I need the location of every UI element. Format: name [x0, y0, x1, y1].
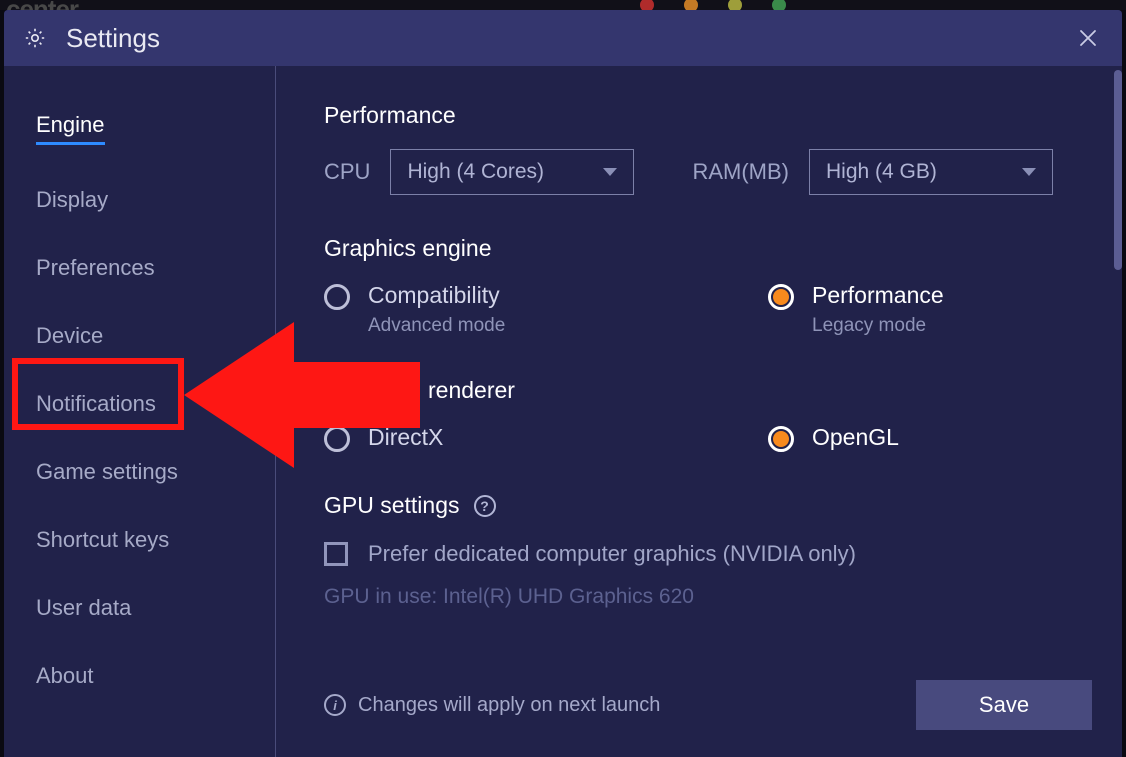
radio-performance-mode[interactable]: Performance Legacy mode: [768, 282, 1122, 337]
save-button[interactable]: Save: [916, 680, 1092, 730]
radio-icon: [768, 284, 794, 310]
radio-icon: [324, 426, 350, 452]
performance-row: CPU High (4 Cores) RAM(MB) High (4 GB): [324, 149, 1074, 195]
renderer-radio-row: DirectX OpenGL: [324, 424, 1074, 452]
gear-icon: [22, 25, 48, 51]
sidebar-item-device[interactable]: Device: [36, 323, 103, 349]
sidebar: Engine Display Preferences Device Notifi…: [4, 66, 276, 757]
graphics-radio-row: Compatibility Advanced mode Performance …: [324, 282, 1074, 337]
cpu-dropdown[interactable]: High (4 Cores): [390, 149, 634, 195]
help-icon[interactable]: ?: [474, 495, 496, 517]
radio-compatibility[interactable]: Compatibility Advanced mode: [324, 282, 704, 337]
chevron-down-icon: [603, 168, 617, 176]
background-strip: [0, 0, 1126, 10]
titlebar: Settings: [4, 10, 1122, 66]
sidebar-item-notifications[interactable]: Notifications: [36, 391, 156, 417]
sidebar-item-preferences[interactable]: Preferences: [36, 255, 155, 281]
gpu-in-use-text: GPU in use: Intel(R) UHD Graphics 620: [324, 585, 1074, 609]
radio-icon: [324, 284, 350, 310]
content-footer: i Changes will apply on next launch Save: [324, 677, 1092, 733]
radio-icon: [768, 426, 794, 452]
ram-dropdown[interactable]: High (4 GB): [809, 149, 1053, 195]
section-gpu-title-row: GPU settings ?: [324, 492, 1074, 519]
ram-dropdown-value: High (4 GB): [826, 160, 937, 184]
cpu-dropdown-value: High (4 Cores): [407, 160, 544, 184]
info-text: Changes will apply on next launch: [358, 694, 660, 717]
scrollbar-thumb[interactable]: [1114, 70, 1122, 270]
sidebar-item-shortcut-keys[interactable]: Shortcut keys: [36, 527, 169, 553]
content-panel: Performance CPU High (4 Cores) RAM(MB) H…: [276, 66, 1122, 757]
sidebar-item-display[interactable]: Display: [36, 187, 108, 213]
checkbox-icon[interactable]: [324, 542, 348, 566]
ram-label: RAM(MB): [692, 159, 789, 185]
cpu-label: CPU: [324, 159, 370, 185]
scrollbar-track[interactable]: [1114, 66, 1122, 757]
settings-title: Settings: [66, 23, 160, 54]
gpu-checkbox-row[interactable]: Prefer dedicated computer graphics (NVID…: [324, 541, 1074, 567]
section-renderer-title: renderer: [324, 377, 1074, 404]
radio-performance-sub: Legacy mode: [812, 315, 944, 337]
radio-compatibility-sub: Advanced mode: [368, 315, 505, 337]
section-gpu-title: GPU settings: [324, 492, 460, 519]
radio-performance-label: Performance: [812, 282, 944, 309]
sidebar-item-about[interactable]: About: [36, 663, 94, 689]
gpu-checkbox-label: Prefer dedicated computer graphics (NVID…: [368, 541, 856, 567]
chevron-down-icon: [1022, 168, 1036, 176]
section-graphics-title: Graphics engine: [324, 235, 1074, 262]
info-icon: i: [324, 694, 346, 716]
radio-directx-label: DirectX: [368, 424, 443, 451]
radio-opengl[interactable]: OpenGL: [768, 424, 1122, 452]
sidebar-item-user-data[interactable]: User data: [36, 595, 131, 621]
section-performance-title: Performance: [324, 102, 1074, 129]
sidebar-item-game-settings[interactable]: Game settings: [36, 459, 178, 485]
close-icon[interactable]: [1078, 24, 1098, 55]
save-button-label: Save: [979, 692, 1029, 718]
radio-directx[interactable]: DirectX: [324, 424, 704, 452]
settings-window: Settings Engine Display Preferences Devi…: [4, 10, 1122, 757]
info-pill: i Changes will apply on next launch: [324, 694, 660, 717]
radio-compatibility-label: Compatibility: [368, 282, 505, 309]
sidebar-item-engine[interactable]: Engine: [36, 112, 105, 145]
radio-opengl-label: OpenGL: [812, 424, 899, 451]
